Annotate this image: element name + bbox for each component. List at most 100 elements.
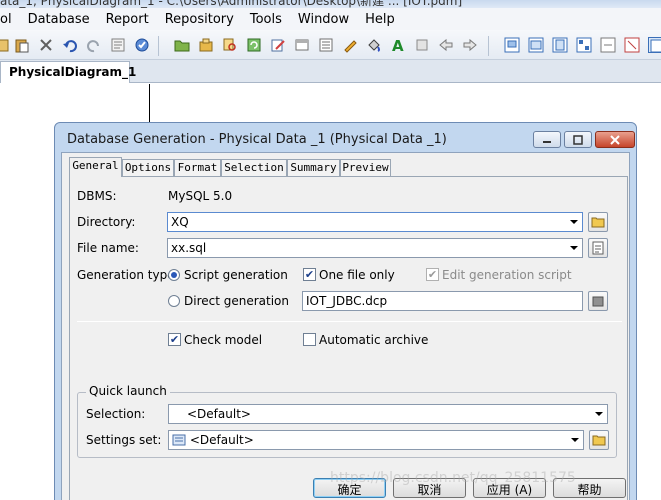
edit-generation-script-label: Edit generation script <box>442 268 572 282</box>
open-folder-icon[interactable] <box>174 37 190 53</box>
properties-icon[interactable] <box>110 37 126 53</box>
chevron-down-icon[interactable] <box>591 405 607 423</box>
toolbar-separator <box>158 36 159 56</box>
edit-icon[interactable] <box>270 37 286 53</box>
chevron-down-icon[interactable] <box>566 213 582 231</box>
tab-format[interactable]: Format <box>174 159 221 176</box>
window-icon[interactable] <box>294 37 310 53</box>
diagram-link-line <box>149 84 150 122</box>
svg-text:A: A <box>392 37 404 53</box>
check-model-checkbox[interactable]: ✔ <box>168 333 181 346</box>
script-generation-label: Script generation <box>184 268 288 282</box>
text-icon[interactable]: A <box>390 37 406 53</box>
tab-selection[interactable]: Selection <box>221 159 287 176</box>
database-generation-dialog: Database Generation - Physical Data _1 (… <box>54 122 637 500</box>
undo-icon[interactable] <box>62 37 78 53</box>
tab-general[interactable]: General <box>69 157 122 177</box>
close-button[interactable] <box>595 131 635 148</box>
connect-icon <box>592 296 604 307</box>
browse-settings-button[interactable] <box>589 430 609 450</box>
tab-preview[interactable]: Preview <box>340 159 391 176</box>
forward-icon[interactable] <box>462 37 478 53</box>
general-panel: DBMS: MySQL 5.0 Directory: XQ File name:… <box>69 176 628 500</box>
chevron-down-icon[interactable] <box>566 239 582 257</box>
diagram-icon-1[interactable] <box>504 37 520 53</box>
data-source-value: IOT_JDBC.dcp <box>306 294 388 308</box>
maximize-button[interactable] <box>564 131 592 148</box>
find-icon[interactable] <box>222 37 238 53</box>
toolbar: A <box>0 30 661 60</box>
check-model-label: Check model <box>184 333 263 347</box>
diagram-icon-4[interactable] <box>576 37 592 53</box>
diagram-icon-5[interactable] <box>600 37 616 53</box>
maximize-icon <box>573 134 583 145</box>
toolbar-separator <box>488 36 489 56</box>
app-title-bar: ata_1, PhysicalDiagram_1 - C:\Users\Admi… <box>0 0 661 8</box>
menu-tools[interactable]: Tools <box>242 12 290 27</box>
menu-report[interactable]: Report <box>98 12 157 27</box>
quick-launch-group: Quick launch Selection: <Default> Settin… <box>77 384 617 458</box>
diagram-icon-2[interactable] <box>528 37 544 53</box>
check-model-icon[interactable] <box>134 37 150 53</box>
menu-help[interactable]: Help <box>357 12 403 27</box>
settings-set-combo[interactable]: <Default> <box>168 430 584 450</box>
tab-options[interactable]: Options <box>122 159 174 176</box>
settings-set-label: Settings set: <box>86 433 162 447</box>
automatic-archive-checkbox[interactable]: ✔ <box>303 333 316 346</box>
list-icon[interactable] <box>318 37 334 53</box>
browse-directory-button[interactable] <box>588 212 608 232</box>
minimize-icon <box>543 140 551 143</box>
menu-window[interactable]: Window <box>290 12 357 27</box>
refresh-icon[interactable] <box>246 37 262 53</box>
filename-combo[interactable]: xx.sql <box>167 238 583 258</box>
automatic-archive-label: Automatic archive <box>319 333 429 347</box>
diagram-icon-3[interactable] <box>552 37 568 53</box>
one-file-only-label: One file only <box>319 268 395 282</box>
move-icon[interactable] <box>414 37 430 53</box>
menu-repository[interactable]: Repository <box>157 12 242 27</box>
package-icon[interactable] <box>198 37 214 53</box>
document-icon <box>592 241 604 255</box>
selection-label: Selection: <box>86 407 146 421</box>
data-source-field[interactable]: IOT_JDBC.dcp <box>302 291 583 311</box>
edit-generation-script-checkbox: ✔ <box>426 268 439 281</box>
paste-icon[interactable] <box>14 37 30 53</box>
folder-icon <box>591 217 605 228</box>
delete-icon[interactable] <box>38 37 54 53</box>
directory-label: Directory: <box>77 215 136 229</box>
diagram-icon-7[interactable] <box>648 37 661 53</box>
dbms-label: DBMS: <box>77 189 117 203</box>
dialog-title: Database Generation - Physical Data _1 (… <box>67 132 447 147</box>
tab-summary[interactable]: Summary <box>287 159 340 176</box>
script-generation-radio[interactable] <box>168 269 180 281</box>
tab-physical-diagram[interactable]: PhysicalDiagram_1 <box>0 61 136 83</box>
selection-value: <Default> <box>187 407 251 421</box>
directory-combo[interactable]: XQ <box>167 212 583 232</box>
diagram-icon-6[interactable] <box>624 37 640 53</box>
settings-set-value: <Default> <box>189 433 254 447</box>
selection-combo[interactable]: <Default> <box>168 404 608 424</box>
quick-launch-title: Quick launch <box>86 384 170 398</box>
chevron-down-icon[interactable] <box>567 431 583 449</box>
close-icon <box>610 134 620 145</box>
separator <box>77 321 622 322</box>
watermark: https://blog.csdn.net/qq_25811575 <box>330 470 576 486</box>
minimize-button[interactable] <box>533 131 561 148</box>
filename-label: File name: <box>77 241 139 255</box>
back-icon[interactable] <box>438 37 454 53</box>
pen-icon[interactable] <box>342 37 358 53</box>
one-file-only-checkbox[interactable]: ✔ <box>303 268 316 281</box>
generation-type-label: Generation type: <box>77 268 179 282</box>
app-title: ata_1, PhysicalDiagram_1 - C:\Users\Admi… <box>0 0 463 8</box>
edit-file-button[interactable] <box>588 238 608 258</box>
menu-database[interactable]: Database <box>20 12 98 27</box>
redo-icon[interactable] <box>86 37 102 53</box>
menu-tools-partial[interactable]: ol <box>0 12 20 27</box>
fill-icon[interactable] <box>366 37 382 53</box>
dbms-value: MySQL 5.0 <box>168 189 233 203</box>
directory-value: XQ <box>171 215 189 229</box>
document-tab-strip: PhysicalDiagram_1 <box>0 60 661 83</box>
data-source-button[interactable] <box>588 291 608 311</box>
partial-icon[interactable] <box>0 37 12 53</box>
direct-generation-radio[interactable] <box>168 295 180 307</box>
